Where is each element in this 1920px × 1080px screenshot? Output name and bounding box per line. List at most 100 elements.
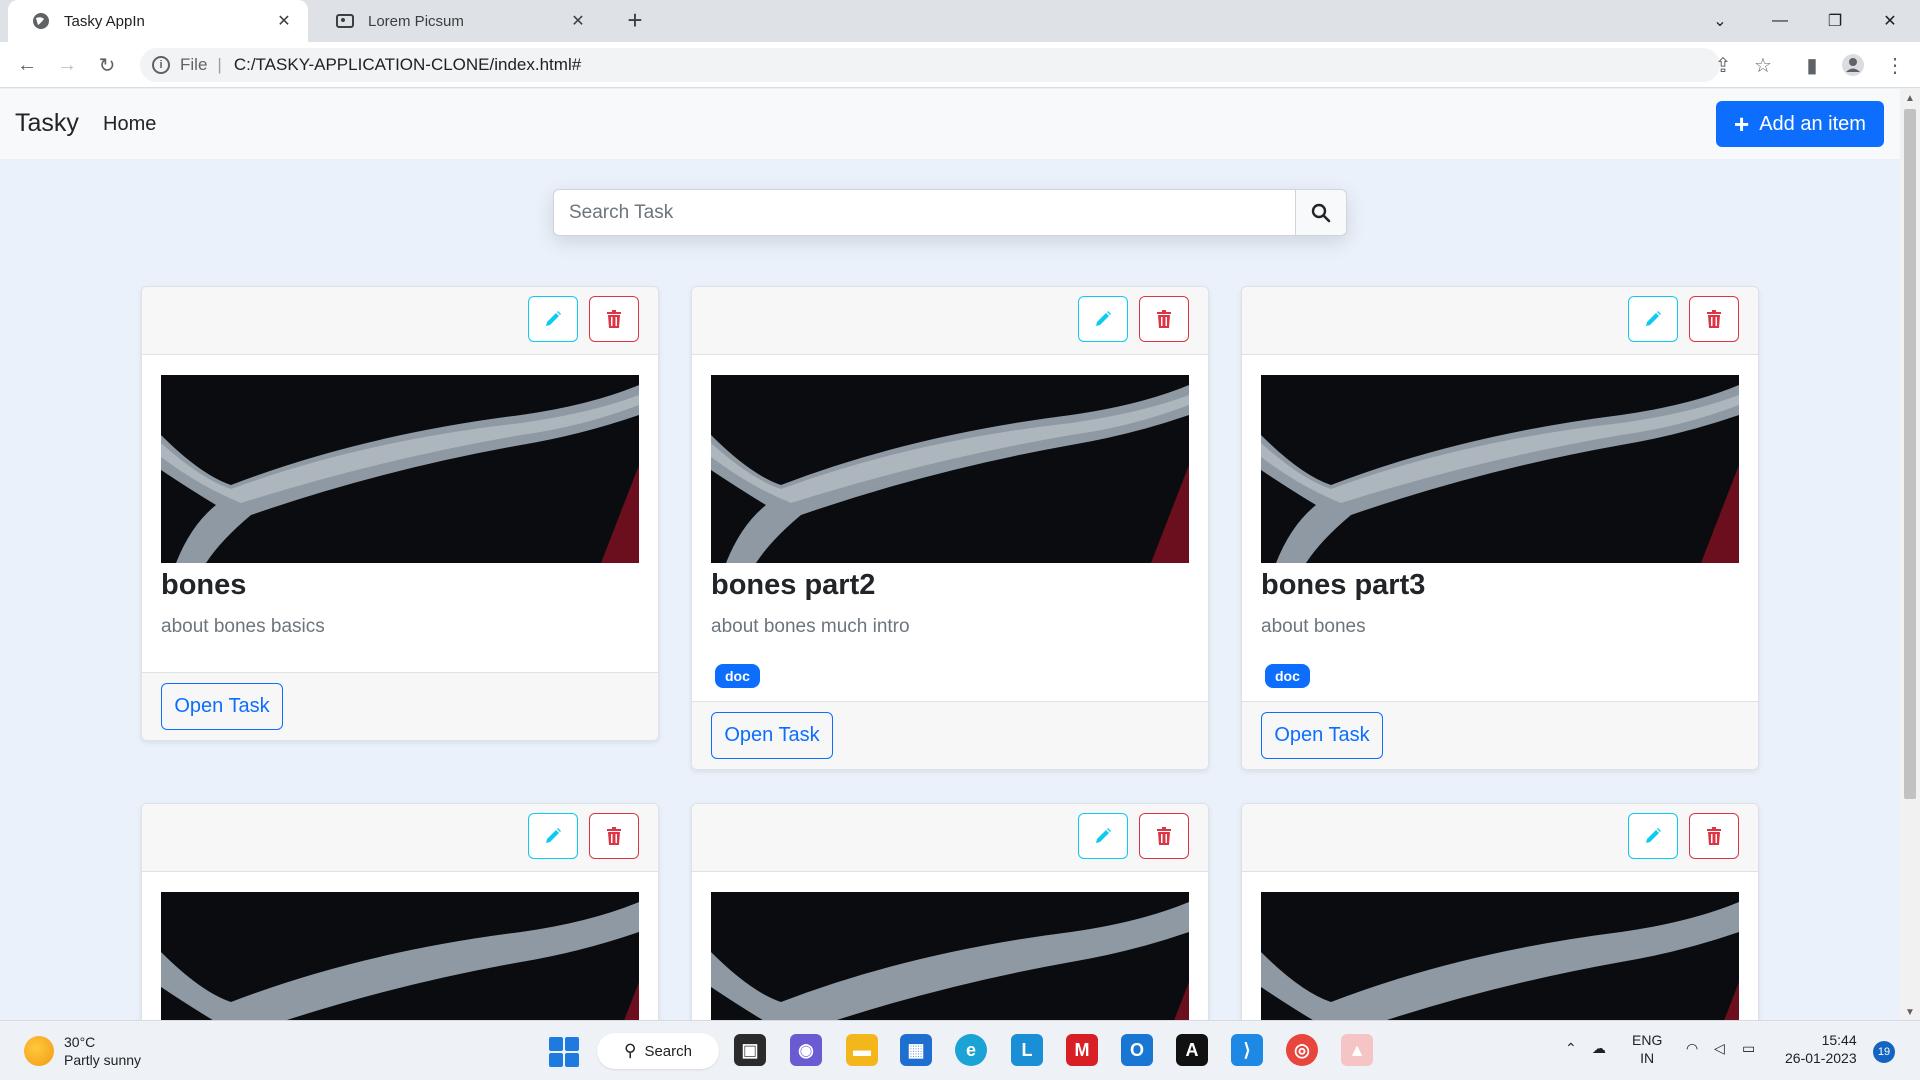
trash-icon xyxy=(1157,310,1171,328)
pencil-icon xyxy=(546,828,561,843)
language-indicator[interactable]: ENG IN xyxy=(1632,1031,1662,1067)
address-bar[interactable]: i File | C:/TASKY-APPLICATION-CLONE/inde… xyxy=(140,48,1720,82)
trash-icon xyxy=(1707,310,1721,328)
tray-chevron-icon[interactable]: ⌃ xyxy=(1565,1039,1577,1057)
globe-icon xyxy=(32,12,50,30)
teams-chat-icon[interactable]: ◉ xyxy=(790,1034,822,1066)
chrome-icon[interactable]: ◎ xyxy=(1286,1034,1318,1066)
delete-button[interactable] xyxy=(1689,813,1739,859)
tab-tasky[interactable]: Tasky AppIn ✕ xyxy=(8,0,308,42)
info-icon[interactable]: i xyxy=(152,56,170,74)
card-body xyxy=(1242,872,1758,1020)
weather-widget[interactable]: 30°C Partly sunny xyxy=(24,1033,141,1069)
reload-icon[interactable]: ↻ xyxy=(92,50,122,80)
adobe-app-icon[interactable]: A xyxy=(1176,1034,1208,1066)
search-icon: ⚲ xyxy=(624,1041,637,1060)
clock-date: 26-01-2023 xyxy=(1785,1050,1857,1066)
mcafee-icon[interactable]: M xyxy=(1066,1034,1098,1066)
new-tab-button[interactable]: + xyxy=(620,6,650,36)
add-item-button[interactable]: + Add an item xyxy=(1716,101,1884,147)
edit-button[interactable] xyxy=(1628,296,1678,342)
language-line2: IN xyxy=(1640,1050,1655,1066)
address-scheme: File xyxy=(180,55,208,74)
edit-button[interactable] xyxy=(1078,296,1128,342)
outlook-icon[interactable]: O xyxy=(1121,1034,1153,1066)
delete-button[interactable] xyxy=(1139,296,1189,342)
card-title: bones part3 xyxy=(1261,569,1426,601)
card-footer: Open Task xyxy=(1242,701,1758,769)
card-header xyxy=(142,287,658,355)
windows-start-icon[interactable] xyxy=(549,1037,579,1067)
trash-icon xyxy=(1157,827,1171,845)
card-description: about bones xyxy=(1261,616,1366,637)
window-close-icon[interactable]: ✕ xyxy=(1860,0,1920,42)
task-image xyxy=(161,892,639,1020)
clock[interactable]: 15:44 26-01-2023 xyxy=(1785,1031,1857,1067)
open-task-button[interactable]: Open Task xyxy=(1261,712,1383,759)
delete-button[interactable] xyxy=(589,813,639,859)
forward-arrow-icon[interactable]: → xyxy=(52,50,82,80)
card-header xyxy=(142,804,658,872)
page-scrollbar[interactable]: ▲ ▼ xyxy=(1900,89,1920,1020)
trash-icon xyxy=(1707,827,1721,845)
search-input[interactable]: Search Task xyxy=(554,190,1295,235)
notification-badge[interactable]: 19 xyxy=(1873,1041,1895,1063)
pencil-icon xyxy=(1646,311,1661,326)
edit-button[interactable] xyxy=(1628,813,1678,859)
share-icon[interactable]: ⇪ xyxy=(1708,50,1738,80)
scroll-up-arrow-icon[interactable]: ▲ xyxy=(1905,93,1915,104)
open-task-button[interactable]: Open Task xyxy=(161,683,283,730)
close-tab-icon[interactable]: ✕ xyxy=(568,11,588,31)
bookmark-star-icon[interactable]: ☆ xyxy=(1748,50,1778,80)
task-image xyxy=(161,375,639,563)
scroll-down-arrow-icon[interactable]: ▼ xyxy=(1905,1007,1915,1018)
card-header xyxy=(692,287,1208,355)
task-image xyxy=(1261,375,1739,563)
tab-search-chevron-icon[interactable]: ⌄ xyxy=(1690,0,1750,42)
scrollbar-thumb[interactable] xyxy=(1904,109,1916,799)
microsoft-store-icon[interactable]: ▦ xyxy=(900,1034,932,1066)
card-body xyxy=(142,872,658,1020)
address-url[interactable]: C:/TASKY-APPLICATION-CLONE/index.html# xyxy=(234,55,581,75)
file-explorer-icon[interactable]: ▬ xyxy=(846,1034,878,1066)
wifi-icon[interactable]: ◠ xyxy=(1686,1039,1698,1057)
edit-button[interactable] xyxy=(528,296,578,342)
card-body: bones part3 about bones doc xyxy=(1242,355,1758,701)
menu-kebab-icon[interactable]: ⋮ xyxy=(1880,50,1910,80)
onedrive-icon[interactable]: ☁ xyxy=(1592,1039,1606,1057)
open-task-button[interactable]: Open Task xyxy=(711,712,833,759)
taskbar-search[interactable]: ⚲ Search xyxy=(597,1033,719,1069)
volume-icon[interactable]: ◁ xyxy=(1714,1039,1725,1057)
minimize-icon[interactable]: — xyxy=(1750,0,1810,42)
card-footer: Open Task xyxy=(142,672,658,740)
brand-logo[interactable]: Tasky xyxy=(15,109,79,138)
language-line1: ENG xyxy=(1632,1032,1663,1048)
close-tab-icon[interactable]: ✕ xyxy=(274,11,294,31)
search-button[interactable] xyxy=(1295,190,1346,235)
back-arrow-icon[interactable]: ← xyxy=(12,50,42,80)
l-app-icon[interactable]: L xyxy=(1011,1034,1043,1066)
card-body xyxy=(692,872,1208,1020)
delete-button[interactable] xyxy=(1689,296,1739,342)
edit-button[interactable] xyxy=(528,813,578,859)
weather-temp: 30°C xyxy=(64,1034,96,1050)
edit-button[interactable] xyxy=(1078,813,1128,859)
card-title: bones xyxy=(161,569,247,601)
search-bar: Search Task xyxy=(553,189,1347,236)
restore-icon[interactable]: ❐ xyxy=(1805,0,1865,42)
card-title: bones part2 xyxy=(711,569,876,601)
weather-condition: Partly sunny xyxy=(64,1052,142,1068)
vscode-icon[interactable]: ⟩ xyxy=(1231,1034,1263,1066)
nav-home-link[interactable]: Home xyxy=(103,113,156,136)
tab-lorem-picsum[interactable]: Lorem Picsum ✕ xyxy=(312,0,602,42)
tab-label: Lorem Picsum xyxy=(368,12,464,30)
plus-icon: + xyxy=(1734,109,1750,139)
delete-button[interactable] xyxy=(1139,813,1189,859)
battery-icon[interactable]: ▭ xyxy=(1742,1039,1755,1057)
task-view-icon[interactable]: ▣ xyxy=(734,1034,766,1066)
profile-avatar-icon[interactable] xyxy=(1838,50,1868,80)
delete-button[interactable] xyxy=(589,296,639,342)
app-icon[interactable]: ▲ xyxy=(1341,1034,1373,1066)
edge-browser-icon[interactable]: e xyxy=(955,1034,987,1066)
side-panel-icon[interactable]: ▮ xyxy=(1797,50,1827,80)
